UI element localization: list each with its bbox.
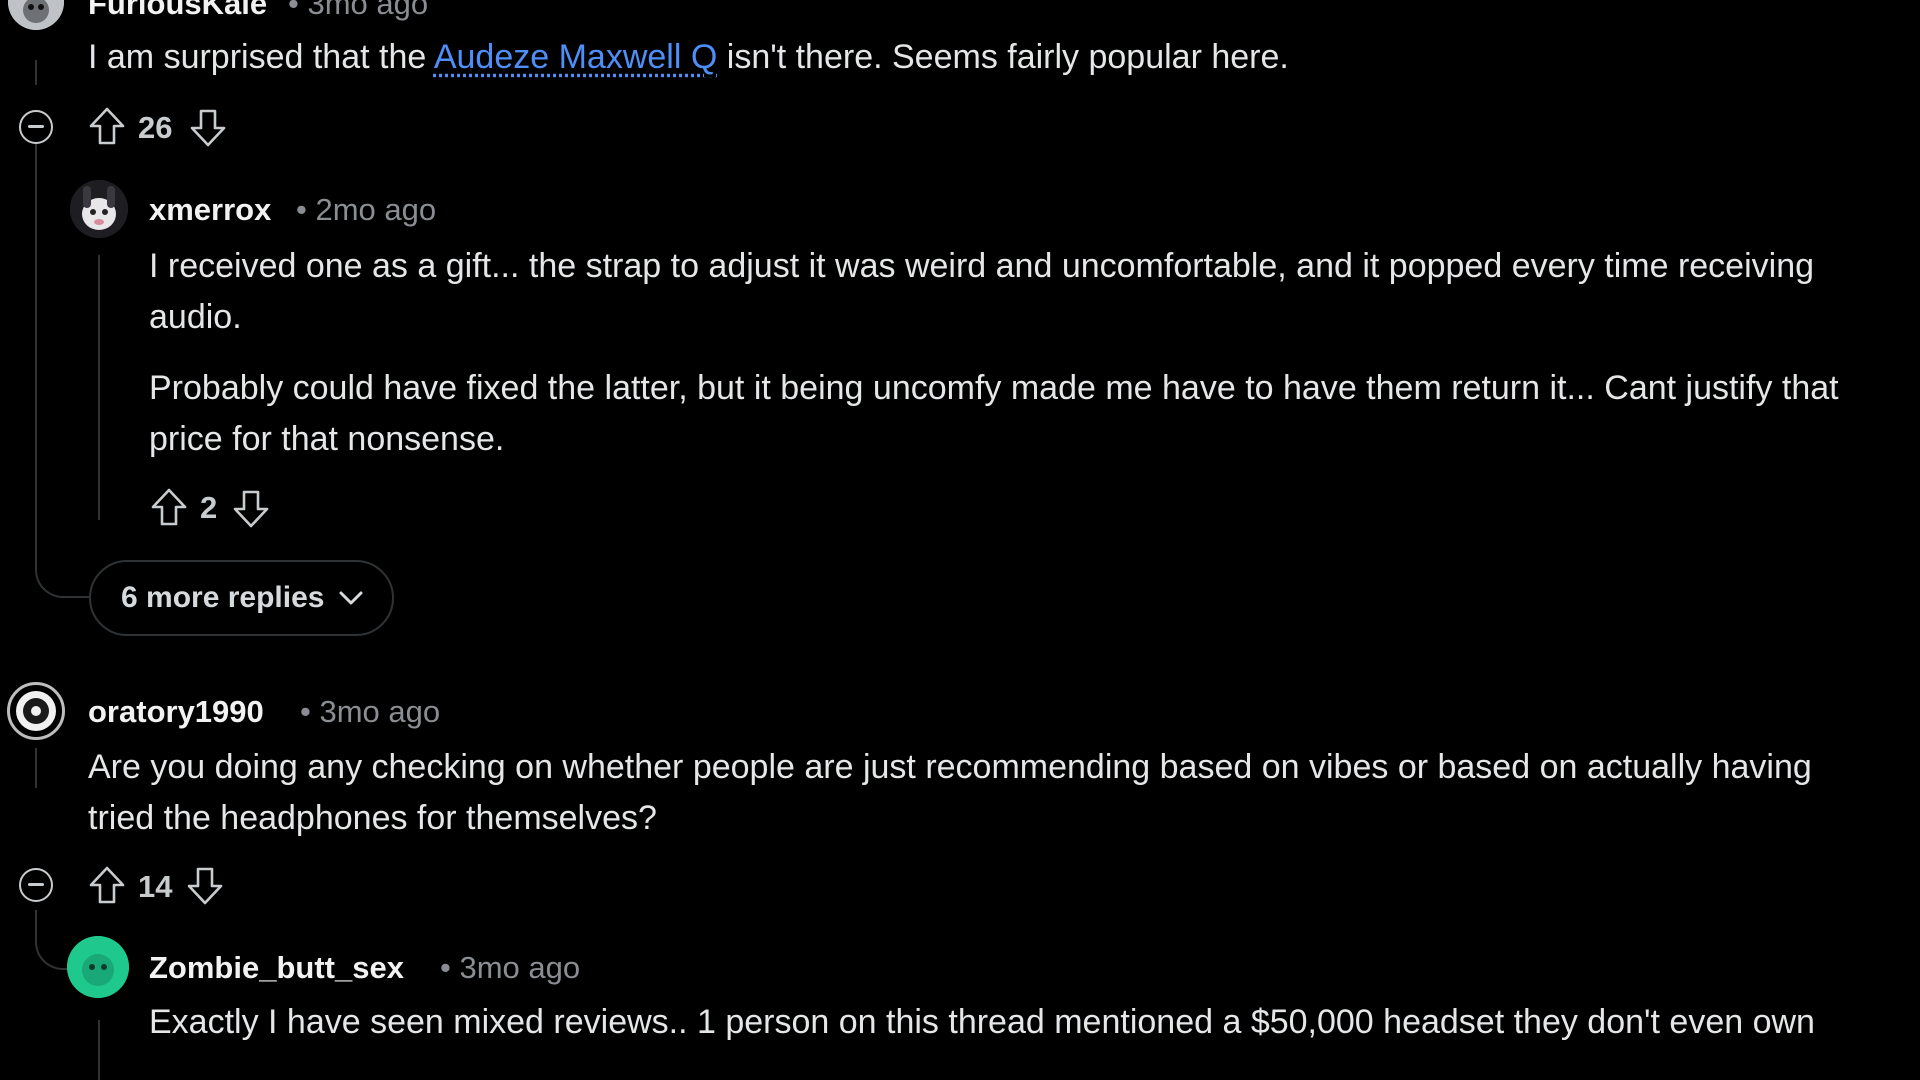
comment-text: isn't there. Seems fairly popular here. — [717, 38, 1289, 76]
thread-line[interactable] — [98, 1020, 100, 1080]
vote-count: 14 — [138, 869, 173, 904]
comment-timestamp[interactable]: • 3mo ago — [288, 0, 428, 22]
avatar-zombie-butt-sex[interactable] — [67, 936, 129, 998]
product-link[interactable]: Audeze Maxwell Q — [434, 38, 717, 76]
separator-dot: • — [296, 192, 307, 227]
comment-paragraph: Probably could have fixed the latter, bu… — [149, 369, 1839, 458]
comment-thread: FuriousKale • 3mo ago I am surprised tha… — [0, 0, 1920, 1080]
thread-line[interactable] — [35, 60, 37, 85]
comment-paragraph: I received one as a gift... the strap to… — [149, 247, 1815, 336]
avatar-xmerrox[interactable] — [70, 180, 128, 238]
more-replies-label: 6 more replies — [121, 581, 325, 614]
upvote-icon[interactable] — [150, 487, 188, 527]
comment-text: I am surprised that the — [88, 38, 434, 76]
comment-body: I received one as a gift... the strap to… — [149, 241, 1849, 465]
downvote-icon[interactable] — [186, 866, 224, 906]
comment-paragraph: Exactly I have seen mixed reviews.. 1 pe… — [149, 1003, 1815, 1041]
separator-dot: • — [288, 0, 299, 21]
thread-line[interactable] — [35, 748, 37, 788]
comment-timestamp[interactable]: • 2mo ago — [296, 192, 436, 228]
comment-timestamp[interactable]: • 3mo ago — [440, 950, 580, 986]
collapse-thread-button[interactable] — [19, 110, 53, 144]
thread-line[interactable] — [98, 255, 100, 520]
comment-author[interactable]: xmerrox — [149, 192, 271, 228]
comment-body: Exactly I have seen mixed reviews.. 1 pe… — [149, 997, 1849, 1048]
separator-dot: • — [440, 950, 451, 985]
comment-author[interactable]: Zombie_butt_sex — [149, 950, 404, 986]
thread-line-elbow[interactable] — [35, 910, 70, 970]
downvote-icon[interactable] — [232, 489, 270, 529]
separator-dot: • — [300, 694, 311, 729]
upvote-icon[interactable] — [88, 865, 126, 905]
comment-timestamp[interactable]: • 3mo ago — [300, 694, 440, 730]
vote-count: 2 — [200, 490, 218, 525]
comment-author[interactable]: FuriousKale — [88, 0, 267, 22]
upvote-icon[interactable] — [88, 106, 126, 146]
downvote-icon[interactable] — [189, 108, 227, 148]
more-replies-button[interactable]: 6 more replies — [89, 560, 395, 636]
collapse-thread-button[interactable] — [19, 868, 53, 902]
avatar-furiouskale[interactable] — [8, 0, 64, 30]
comment-paragraph: Are you doing any checking on whether pe… — [88, 748, 1812, 837]
avatar-oratory1990[interactable] — [7, 682, 65, 740]
timestamp-text: 2mo ago — [315, 192, 437, 227]
timestamp-text: 3mo ago — [459, 950, 581, 985]
chevron-down-icon — [339, 591, 363, 605]
timestamp-text: 3mo ago — [319, 694, 441, 729]
comment-body: I am surprised that the Audeze Maxwell Q… — [88, 32, 1868, 83]
timestamp-text: 3mo ago — [307, 0, 429, 21]
vote-count: 26 — [138, 110, 173, 145]
comment-body: Are you doing any checking on whether pe… — [88, 742, 1878, 844]
comment-author[interactable]: oratory1990 — [88, 694, 264, 730]
